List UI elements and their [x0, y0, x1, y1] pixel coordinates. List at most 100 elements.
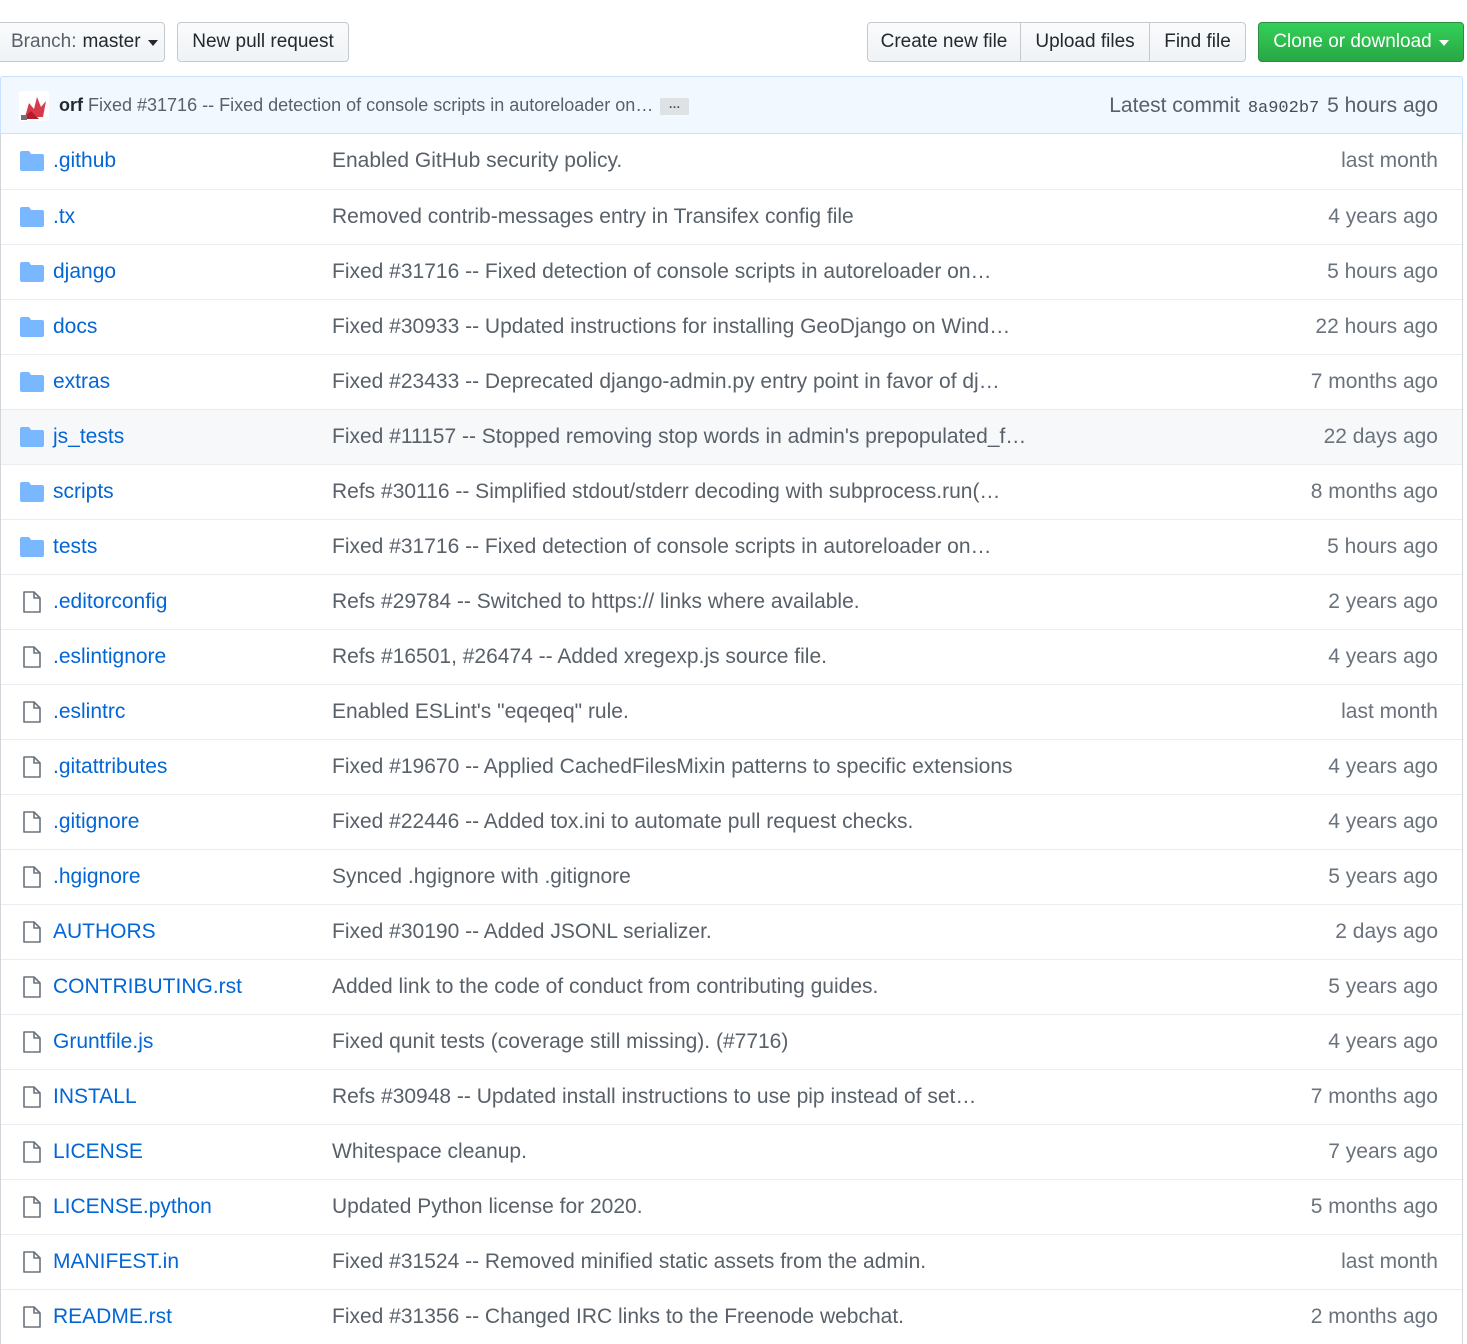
commit-message-link[interactable]: Fixed #11157 -- Stopped removing stop wo…: [332, 425, 1026, 449]
file-name-link[interactable]: LICENSE.python: [53, 1195, 212, 1219]
commit-message-link[interactable]: Added link to the code of conduct from c…: [332, 975, 878, 999]
file-row: .editorconfig Refs #29784 -- Switched to …: [1, 574, 1462, 629]
file-name-link[interactable]: .tx: [53, 205, 75, 229]
caret-down-icon: [147, 40, 158, 46]
file-name-link[interactable]: js_tests: [53, 425, 124, 449]
folder-icon: [19, 261, 45, 283]
commit-sha-link[interactable]: 8a902b7: [1248, 99, 1319, 118]
file-row: Gruntfile.js Fixed qunit tests (coverage …: [1, 1014, 1462, 1069]
file-name-link[interactable]: .hgignore: [53, 865, 141, 889]
commit-message-link[interactable]: Fixed #31356 -- Changed IRC links to the…: [332, 1305, 904, 1329]
caret-down-icon: [1438, 40, 1449, 46]
file-name-link[interactable]: extras: [53, 370, 110, 394]
file-name-link[interactable]: README.rst: [53, 1305, 172, 1329]
file-name-link[interactable]: CONTRIBUTING.rst: [53, 975, 242, 999]
commit-message-link[interactable]: Fixed qunit tests (coverage still missin…: [332, 1030, 788, 1054]
commit-message-link[interactable]: Updated Python license for 2020.: [332, 1195, 643, 1219]
file-name-link[interactable]: .eslintrc: [53, 700, 125, 724]
avatar[interactable]: [19, 91, 49, 121]
commit-message-link[interactable]: Refs #30116 -- Simplified stdout/stderr …: [332, 480, 1000, 504]
commit-age: 2 years ago: [1328, 590, 1438, 613]
file-row: CONTRIBUTING.rst Added link to the code o…: [1, 959, 1462, 1014]
file-name-link[interactable]: LICENSE: [53, 1140, 143, 1164]
commit-time: 5 hours ago: [1327, 94, 1438, 117]
file-name-link[interactable]: docs: [53, 315, 97, 339]
file-icon: [19, 591, 45, 613]
file-row: .eslintignore Refs #16501, #26474 -- Adde…: [1, 629, 1462, 684]
upload-files-button[interactable]: Upload files: [1021, 22, 1150, 62]
folder-icon: [19, 316, 45, 338]
commit-age: 4 years ago: [1328, 205, 1438, 228]
commit-age: 7 months ago: [1310, 370, 1438, 393]
create-new-file-button[interactable]: Create new file: [867, 22, 1021, 62]
commit-message-link[interactable]: Refs #16501, #26474 -- Added xregexp.js …: [332, 645, 827, 669]
file-icon: [19, 976, 45, 998]
file-row: .tx Removed contrib-messages entry in Tra…: [1, 189, 1462, 244]
commit-message-link[interactable]: Fixed #31524 -- Removed minified static …: [332, 1250, 926, 1274]
commit-message-link[interactable]: Fixed #31716 -- Fixed detection of conso…: [88, 95, 653, 116]
commit-message-link[interactable]: Refs #30948 -- Updated install instructi…: [332, 1085, 976, 1109]
file-name-link[interactable]: INSTALL: [53, 1085, 137, 1109]
commit-message-link[interactable]: Fixed #31716 -- Fixed detection of conso…: [332, 535, 992, 559]
commit-message-link[interactable]: Fixed #30933 -- Updated instructions for…: [332, 315, 1010, 339]
file-icon: [19, 921, 45, 943]
file-name-link[interactable]: tests: [53, 535, 97, 559]
file-row: docs Fixed #30933 -- Updated instructions…: [1, 299, 1462, 354]
commit-message-link[interactable]: Fixed #31716 -- Fixed detection of conso…: [332, 260, 992, 284]
commit-message-link[interactable]: Whitespace cleanup.: [332, 1140, 527, 1164]
folder-icon: [19, 481, 45, 503]
file-row: tests Fixed #31716 -- Fixed detection of …: [1, 519, 1462, 574]
file-row: .hgignore Synced .hgignore with .gitignor…: [1, 849, 1462, 904]
commit-message-link[interactable]: Enabled ESLint's "eqeqeq" rule.: [332, 700, 629, 724]
file-name-link[interactable]: .eslintignore: [53, 645, 166, 669]
file-row: .gitignore Fixed #22446 -- Added tox.ini …: [1, 794, 1462, 849]
commit-message-link[interactable]: Fixed #30190 -- Added JSONL serializer.: [332, 920, 712, 944]
file-icon: [19, 756, 45, 778]
file-name-link[interactable]: Gruntfile.js: [53, 1030, 153, 1054]
file-icon: [19, 1306, 45, 1328]
commit-age: 5 years ago: [1328, 865, 1438, 888]
commit-age: 22 hours ago: [1315, 315, 1438, 338]
branch-select-button[interactable]: Branch: master: [0, 22, 165, 62]
file-row: .gitattributes Fixed #19670 -- Applied Ca…: [1, 739, 1462, 794]
commit-age: 8 months ago: [1310, 480, 1438, 503]
commit-age: 5 months ago: [1310, 1195, 1438, 1218]
folder-icon: [19, 206, 45, 228]
file-name-link[interactable]: django: [53, 260, 116, 284]
file-name-link[interactable]: .gitignore: [53, 810, 139, 834]
file-icon: [19, 1251, 45, 1273]
commit-message-link[interactable]: Fixed #23433 -- Deprecated django-admin.…: [332, 370, 1000, 394]
commit-age: 4 years ago: [1328, 645, 1438, 668]
expand-commit-button[interactable]: …: [660, 98, 689, 115]
file-name-link[interactable]: .gitattributes: [53, 755, 167, 779]
file-row: AUTHORS Fixed #30190 -- Added JSONL seria…: [1, 904, 1462, 959]
commit-age: last month: [1341, 1250, 1438, 1273]
clone-or-download-button[interactable]: Clone or download: [1258, 22, 1464, 62]
commit-author-link[interactable]: orf: [59, 95, 83, 116]
file-name-link[interactable]: .github: [53, 149, 116, 173]
find-file-button[interactable]: Find file: [1150, 22, 1246, 62]
file-row: MANIFEST.in Fixed #31524 -- Removed minif…: [1, 1234, 1462, 1289]
new-pull-request-button[interactable]: New pull request: [177, 22, 349, 62]
file-row: .eslintrc Enabled ESLint's "eqeqeq" rule.…: [1, 684, 1462, 739]
file-row: scripts Refs #30116 -- Simplified stdout/…: [1, 464, 1462, 519]
commit-age: 22 days ago: [1323, 425, 1438, 448]
file-name-link[interactable]: .editorconfig: [53, 590, 167, 614]
file-list: .github Enabled GitHub security policy. la…: [0, 134, 1463, 1344]
file-name-link[interactable]: MANIFEST.in: [53, 1250, 179, 1274]
file-name-link[interactable]: AUTHORS: [53, 920, 156, 944]
file-row: js_tests Fixed #11157 -- Stopped removing…: [1, 409, 1462, 464]
commit-message-link[interactable]: Refs #29784 -- Switched to https:// link…: [332, 590, 860, 614]
folder-icon: [19, 426, 45, 448]
commit-message-link[interactable]: Fixed #19670 -- Applied CachedFilesMixin…: [332, 755, 1013, 779]
folder-icon: [19, 371, 45, 393]
commit-message-link[interactable]: Enabled GitHub security policy.: [332, 149, 622, 173]
commit-message-link[interactable]: Fixed #22446 -- Added tox.ini to automat…: [332, 810, 913, 834]
file-name-link[interactable]: scripts: [53, 480, 114, 504]
file-navigation-toolbar: Branch: master New pull request Create n…: [0, 0, 1467, 76]
commit-age: 5 years ago: [1328, 975, 1438, 998]
commit-age: 7 years ago: [1328, 1140, 1438, 1163]
commit-message-link[interactable]: Synced .hgignore with .gitignore: [332, 865, 631, 889]
file-icon: [19, 866, 45, 888]
commit-message-link[interactable]: Removed contrib-messages entry in Transi…: [332, 205, 854, 229]
